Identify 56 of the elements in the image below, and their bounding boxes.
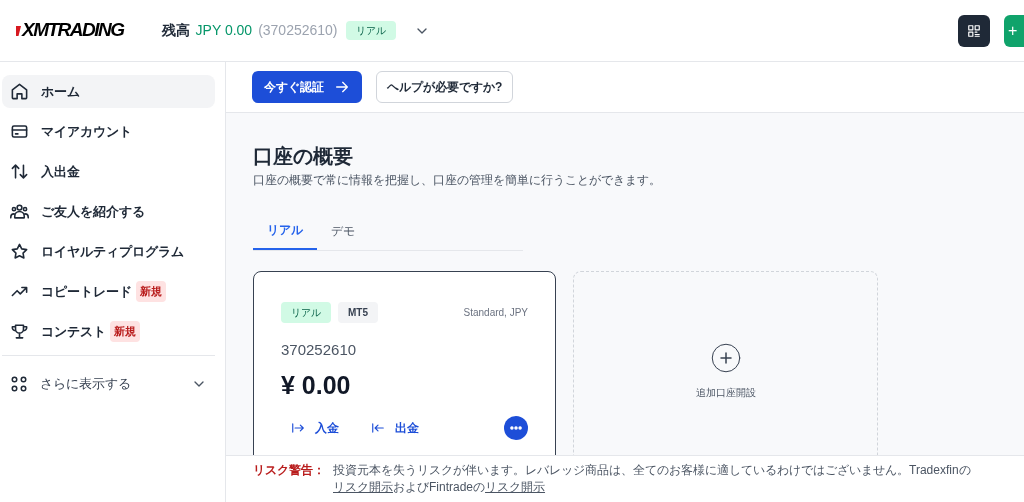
sidebar-label: 入出金 — [41, 162, 80, 181]
show-more-item[interactable]: さらに表示する — [2, 366, 215, 402]
section-subtitle: 口座の概要で常に情報を把握し、口座の管理を簡単に行うことができます。 — [253, 172, 662, 189]
sidebar-label: ご友人を紹介する — [41, 202, 145, 221]
sidebar-label: ホーム — [41, 82, 80, 101]
verify-button[interactable]: 今すぐ認証 — [252, 71, 362, 103]
card-icon — [10, 122, 29, 141]
account-number: (370252610) — [258, 21, 338, 40]
sidebar-item[interactable]: ロイヤルティプログラム — [2, 235, 215, 268]
sidebar-label: ロイヤルティプログラム — [41, 242, 184, 261]
arrow-right-icon — [334, 79, 350, 95]
logo: XMTRADING — [22, 18, 124, 43]
sidebar-item[interactable]: ホーム — [2, 75, 215, 108]
sidebar-item[interactable]: コピートレード 新規 — [2, 275, 215, 308]
withdraw-button[interactable]: 出金 — [371, 419, 419, 437]
risk-disclosure-link[interactable]: リスク開示 — [333, 480, 393, 494]
risk-warning-label: リスク警告： — [253, 462, 325, 479]
arrow-bar-icon — [291, 421, 305, 435]
account-badge: リアル — [345, 21, 396, 40]
logo-mark-icon — [16, 23, 21, 38]
account-balance: ¥ 0.00 — [281, 369, 352, 401]
sidebar-item[interactable]: コンテスト 新規 — [2, 315, 215, 348]
account-number: 370252610 — [281, 340, 358, 360]
risk-warning-text: 投資元本を失うリスクが伴います。レバレッジ商品は、全てのお客様に適しているわけではございません。Tradexfinの リスク開示およびFintradeのリスク開示 — [333, 462, 972, 496]
balance-label: 残高 — [161, 21, 190, 40]
help-button[interactable]: ヘルプが必要ですか? — [376, 71, 514, 103]
qr-code-button[interactable] — [958, 14, 990, 47]
arrows-icon — [10, 162, 29, 181]
sidebar-item[interactable]: ご友人を紹介する — [2, 195, 215, 228]
plus-circle-icon — [710, 343, 741, 373]
tab[interactable]: デモ — [317, 211, 369, 250]
new-badge: 新規 — [110, 321, 140, 342]
home-icon — [10, 82, 29, 101]
section-title: 口座の概要 — [253, 144, 354, 169]
more-options-button[interactable] — [504, 416, 528, 440]
sidebar-label: コンテスト — [41, 322, 106, 341]
users-icon — [10, 202, 29, 221]
sidebar-item[interactable]: 入出金 — [2, 155, 215, 188]
account-type-badge: リアル — [281, 302, 331, 323]
grid-icon — [10, 375, 28, 393]
sidebar-label: コピートレード — [41, 282, 132, 301]
account-plan: Standard, JPY — [463, 306, 528, 320]
arrow-bar-icon — [371, 421, 385, 435]
sidebar-label: さらに表示する — [40, 375, 132, 394]
balance-amount: JPY 0.00 — [195, 21, 253, 40]
risk-disclosure-link[interactable]: リスク開示 — [485, 480, 546, 494]
star-icon — [10, 242, 29, 261]
tab[interactable]: リアル — [253, 211, 317, 250]
platform-badge: MT5 — [338, 302, 378, 323]
deposit-button[interactable]: 入金 — [291, 419, 339, 437]
qr-code-icon — [967, 23, 981, 38]
add-account-label: 追加口座開設 — [695, 386, 756, 400]
new-badge: 新規 — [136, 281, 166, 302]
trophy-icon — [10, 322, 29, 341]
sidebar-item[interactable]: マイアカウント — [2, 115, 215, 148]
sidebar-label: マイアカウント — [41, 122, 132, 141]
